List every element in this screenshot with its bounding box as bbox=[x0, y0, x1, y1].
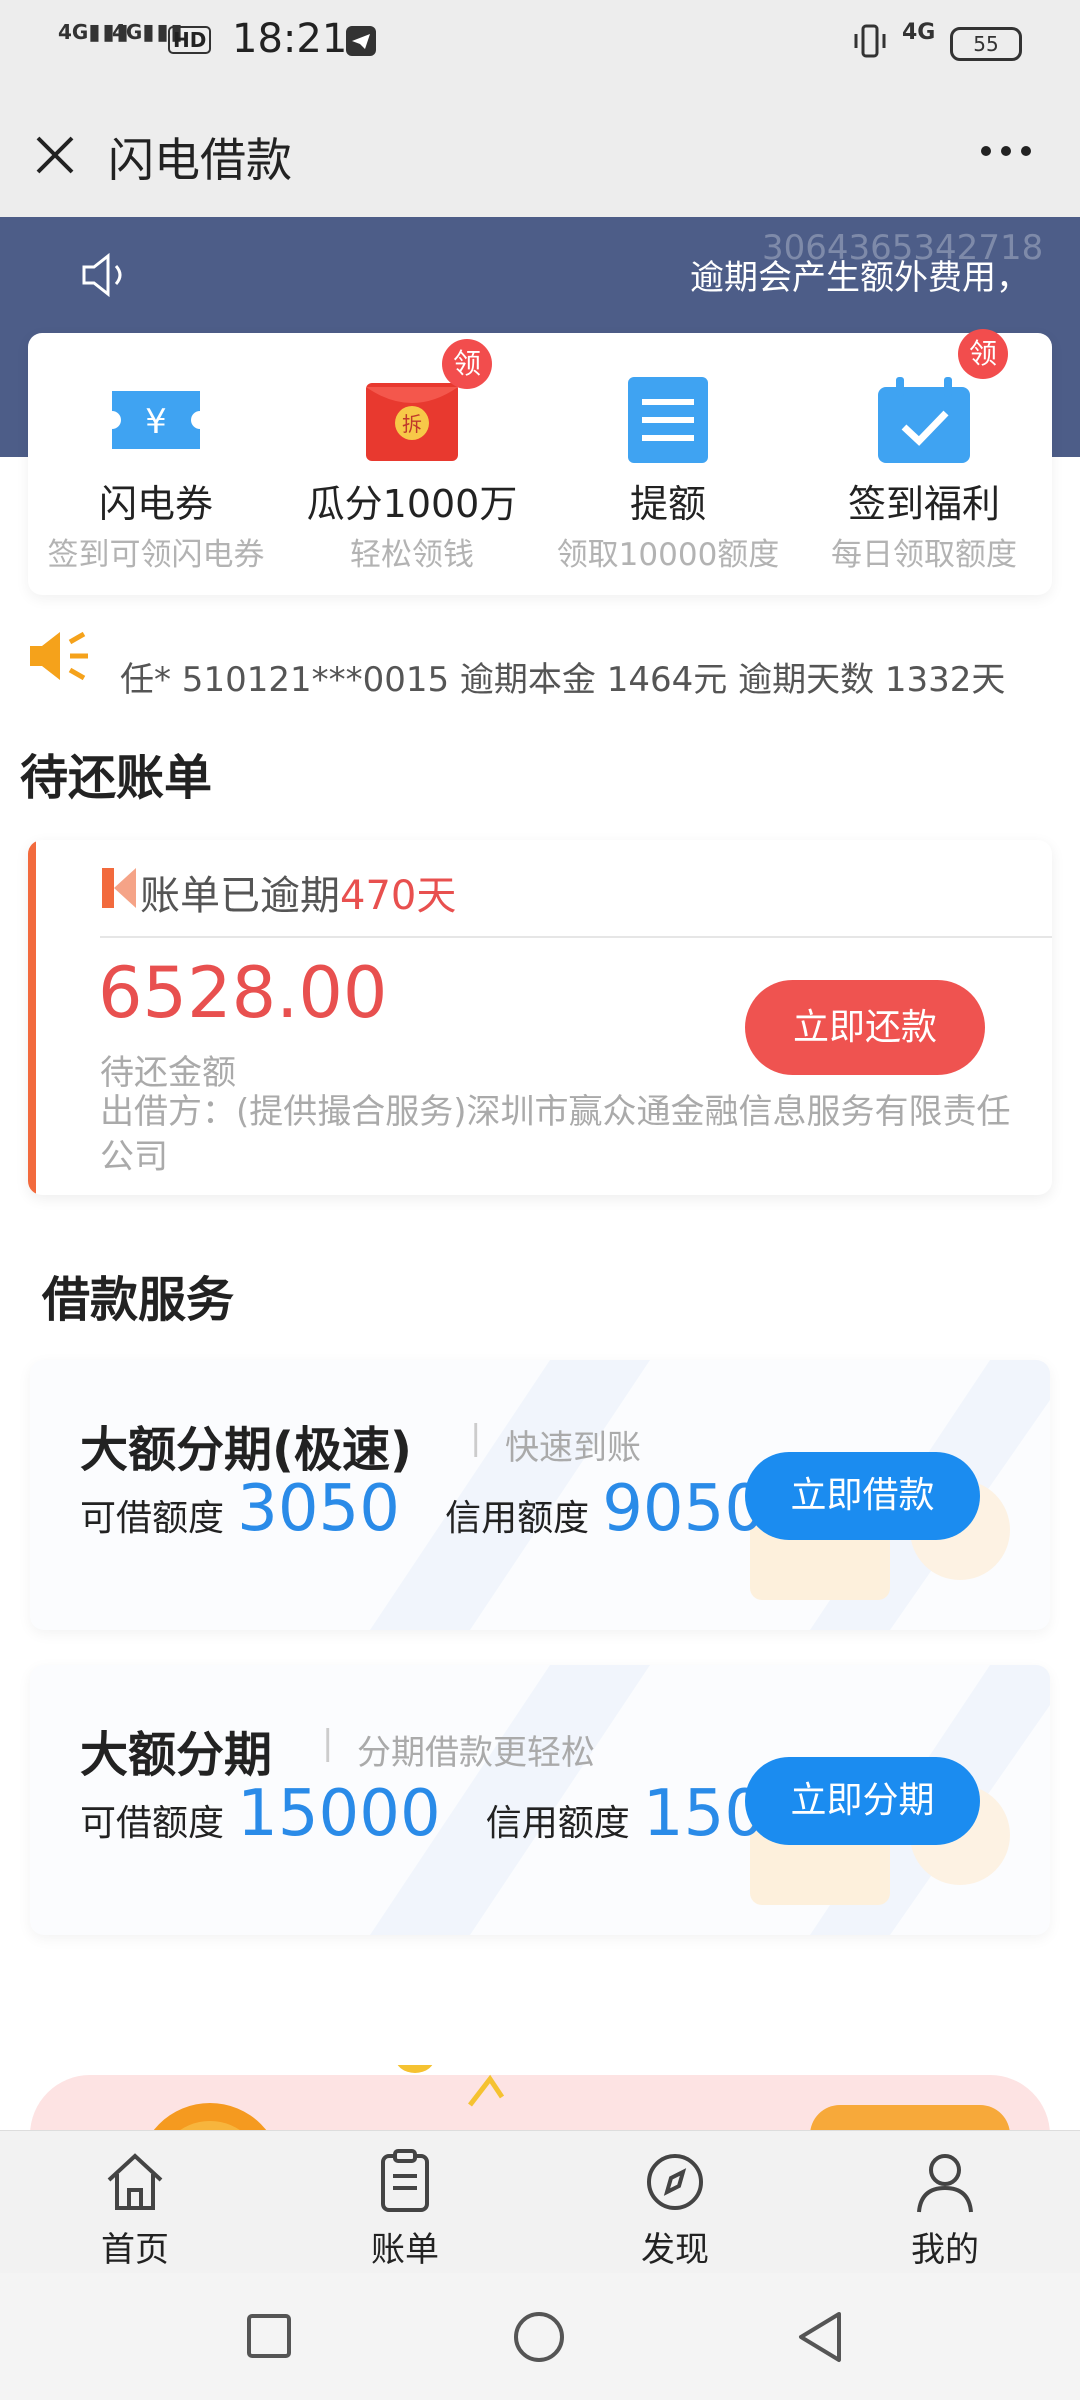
quick-item-title: 签到福利 bbox=[847, 482, 1000, 526]
overdue-days: 470天 bbox=[340, 873, 457, 919]
bill-amount-label: 待还金额 bbox=[100, 1053, 236, 1093]
repay-now-button[interactable]: 立即还款 bbox=[745, 980, 985, 1075]
quick-item-red-packet[interactable]: 拆 领 瓜分1000万 轻松领钱 bbox=[284, 333, 540, 595]
status-bar: 4G▮▮▮ 4G▮▮▮ HD 18:21 4G 55 bbox=[0, 0, 1080, 85]
speaker-icon bbox=[80, 250, 132, 300]
claim-badge: 领 bbox=[442, 339, 492, 389]
compass-icon bbox=[641, 2148, 709, 2216]
quick-item-title: 提额 bbox=[629, 482, 706, 526]
coupon-icon: ¥ bbox=[106, 375, 206, 465]
quick-item-title: 瓜分1000万 bbox=[306, 482, 518, 526]
tab-home[interactable]: 首页 bbox=[35, 2140, 235, 2270]
close-icon[interactable] bbox=[30, 130, 80, 180]
loan-subtitle: 分期借款更轻松 bbox=[357, 1733, 595, 1773]
tab-discover[interactable]: 发现 bbox=[575, 2140, 775, 2270]
bill-logo-icon bbox=[100, 866, 140, 910]
quick-item-raise-limit[interactable]: 提额 领取10000额度 bbox=[540, 333, 796, 595]
tab-label: 首页 bbox=[101, 2230, 169, 2270]
title-separator: | bbox=[322, 1723, 334, 1763]
tab-label: 账单 bbox=[371, 2230, 439, 2270]
title-separator: | bbox=[470, 1418, 482, 1458]
bill-amount: 6528.00 bbox=[98, 952, 388, 1034]
quick-item-checkin[interactable]: 领 签到福利 每日领取额度 bbox=[796, 329, 1052, 595]
section-title-pending-bill: 待还账单 bbox=[20, 750, 213, 806]
loan-title: 大额分期(极速) bbox=[80, 1422, 412, 1478]
tab-label: 我的 bbox=[911, 2230, 979, 2270]
bill-status-text: 账单已逾期 bbox=[140, 873, 340, 919]
bill-status: 账单已逾期470天 bbox=[140, 863, 456, 921]
recent-apps-icon[interactable] bbox=[245, 2312, 293, 2360]
more-options-icon[interactable] bbox=[976, 136, 1036, 166]
document-icon bbox=[618, 375, 718, 465]
announcement-icon bbox=[26, 628, 92, 684]
red-packet-icon: 拆 bbox=[362, 375, 462, 465]
quick-entries-card: ¥ 闪电券 签到可领闪电券 拆 领 瓜分1000万 轻松领钱 提额 领取1000… bbox=[28, 329, 1052, 595]
loan-title: 大额分期 bbox=[80, 1727, 273, 1783]
tab-bills[interactable]: 账单 bbox=[305, 2140, 505, 2270]
red-packet-icon-text: 拆 bbox=[402, 412, 422, 436]
bill-lender: 出借方：(提供撮合服务)深圳市赢众通金融信息服务有限责任公司 bbox=[100, 1092, 1011, 1177]
credit-limit-value: 9050 bbox=[602, 1472, 766, 1546]
quick-item-subtitle: 每日领取额度 bbox=[831, 537, 1017, 573]
loan-amounts: 可借额度 15000 信用额度 1500 bbox=[80, 1777, 806, 1851]
card-accent-stripe bbox=[28, 840, 36, 1195]
vibrate-icon bbox=[852, 22, 888, 60]
telegram-icon bbox=[346, 26, 376, 56]
borrow-now-button[interactable]: 立即借款 bbox=[745, 1452, 980, 1540]
section-title-loan-services: 借款服务 bbox=[42, 1272, 235, 1328]
svg-text:¥: ¥ bbox=[145, 402, 167, 442]
calendar-check-icon bbox=[874, 375, 974, 465]
loan-card-installment[interactable]: 大额分期 | 分期借款更轻松 可借额度 15000 信用额度 1500 立即分期 bbox=[30, 1665, 1050, 1935]
claim-badge: 领 bbox=[958, 329, 1008, 379]
network-indicator: 4G bbox=[902, 20, 936, 45]
tab-mine[interactable]: 我的 bbox=[845, 2140, 1045, 2270]
credit-limit-label: 信用额度 bbox=[445, 1498, 590, 1539]
status-time: 18:21 bbox=[232, 16, 348, 62]
available-limit-value: 15000 bbox=[237, 1777, 441, 1851]
back-icon[interactable] bbox=[795, 2310, 845, 2364]
tab-label: 发现 bbox=[641, 2230, 709, 2270]
notice-text: 逾期会产生额外费用， bbox=[690, 258, 1030, 298]
quick-item-subtitle: 轻松领钱 bbox=[350, 537, 474, 573]
divider bbox=[100, 936, 1052, 938]
user-icon bbox=[911, 2148, 979, 2216]
home-icon bbox=[101, 2148, 169, 2216]
overdue-ticker: 任* 510121***0015 逾期本金 1464元 逾期天数 1332天 bbox=[120, 660, 1006, 700]
credit-limit-label: 信用额度 bbox=[485, 1803, 630, 1844]
available-limit-value: 3050 bbox=[237, 1472, 400, 1546]
battery-level: 55 bbox=[973, 32, 999, 56]
loan-subtitle: 快速到账 bbox=[505, 1428, 641, 1468]
installment-now-button[interactable]: 立即分期 bbox=[745, 1757, 980, 1845]
quick-item-title: 闪电券 bbox=[98, 482, 213, 526]
available-limit-label: 可借额度 bbox=[80, 1803, 225, 1844]
quick-item-subtitle: 领取10000额度 bbox=[556, 537, 780, 573]
loan-amounts: 可借额度 3050 信用额度 9050 bbox=[80, 1472, 765, 1546]
quick-item-coupon[interactable]: ¥ 闪电券 签到可领闪电券 bbox=[28, 333, 284, 595]
loan-card-express[interactable]: 大额分期(极速) | 快速到账 可借额度 3050 信用额度 9050 立即借款 bbox=[30, 1360, 1050, 1630]
battery-icon: 55 bbox=[950, 27, 1022, 61]
available-limit-label: 可借额度 bbox=[80, 1498, 225, 1539]
hd-icon: HD bbox=[168, 26, 212, 54]
bill-icon bbox=[371, 2148, 439, 2216]
page-title: 闪电借款 bbox=[108, 133, 292, 187]
home-button-icon[interactable] bbox=[512, 2310, 566, 2364]
quick-item-subtitle: 签到可领闪电券 bbox=[47, 537, 265, 573]
